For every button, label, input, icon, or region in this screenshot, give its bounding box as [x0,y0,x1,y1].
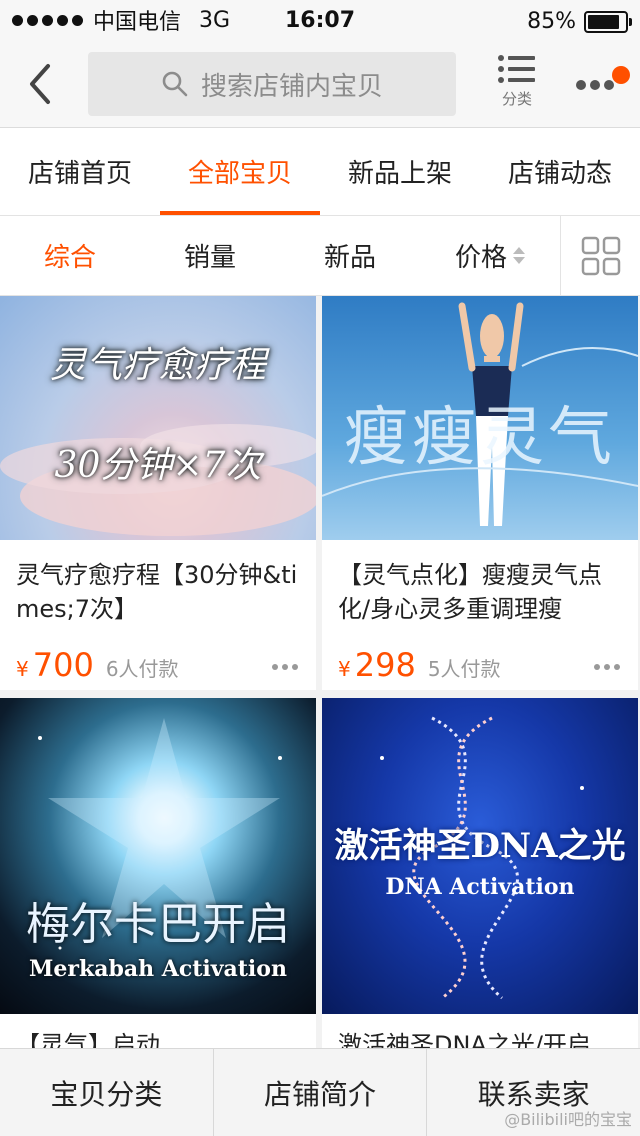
product-sold-count: 5人付款 [427,657,501,681]
watermark: @Bilibili吧的宝宝 [504,1110,632,1129]
grid-icon [581,236,620,276]
tab-store-home[interactable]: 店铺首页 [0,128,160,215]
more-button[interactable] [572,62,632,106]
chevron-left-icon [30,64,50,104]
sort-comprehensive-label: 综合 [43,243,96,273]
product-title: 灵气疗愈疗程【30分钟&times;7次】 [16,561,298,623]
back-button[interactable] [22,60,62,108]
product-card[interactable]: 激活神圣DNA之光 DNA Activation 激活神圣DNA之光/开启 [322,698,638,1050]
category-button[interactable]: 分类 [490,54,544,118]
product-image: 灵气疗愈疗程 30分钟×7次 [0,296,316,540]
sort-arrows-icon [513,247,525,264]
sort-comprehensive[interactable]: 综合 [0,216,140,295]
list-icon [498,55,535,83]
product-title: 【灵气】启动 [16,1031,160,1050]
product-card[interactable]: 灵气疗愈疗程 30分钟×7次 灵气疗愈疗程【30分钟&times;7次】 ¥ 7… [0,296,316,690]
product-image: 梅尔卡巴开启 Merkabah Activation [0,698,316,1014]
battery-indicator: 85% [527,9,632,34]
product-price: 298 [354,646,416,684]
product-price-row: ¥ 700 6人付款 [0,646,316,690]
nav-bar: 搜索店铺内宝贝 分类 [0,40,640,128]
signal-strength-icon [12,14,83,26]
product-image: 瘦瘦灵气 [322,296,638,540]
bottom-item-store-intro[interactable]: 店铺简介 [212,1049,427,1136]
image-caption: 瘦瘦灵气 [344,401,616,475]
product-sold-count: 6人付款 [105,657,179,681]
image-caption-line2: Merkabah Activation [29,956,287,982]
status-bar: 中国电信 3G 16:07 85% [0,0,640,40]
bottom-bar: 宝贝分类 店铺简介 联系卖家 @Bilibili吧的宝宝 [0,1048,640,1136]
tab-all-items[interactable]: 全部宝贝 [160,128,320,215]
image-caption-line1: 激活神圣DNA之光 [334,826,626,866]
image-caption-line2: 30分钟×7次 [54,445,262,486]
product-title: 【灵气点化】瘦瘦灵气点化/身心灵多重调理瘦 [338,561,602,623]
category-label: 分类 [501,90,532,108]
tab-store-updates[interactable]: 店铺动态 [480,128,640,215]
tab-new-arrivals[interactable]: 新品上架 [320,128,480,215]
product-price-row: ¥ 298 5人付款 [322,646,638,690]
product-card[interactable]: 瘦瘦灵气 【灵气点化】瘦瘦灵气点化/身心灵多重调理瘦 ¥ 298 5人付款 [322,296,638,690]
sort-price-label: 价格 [454,243,507,273]
more-options-icon[interactable] [272,664,298,670]
sort-new[interactable]: 新品 [280,216,420,295]
product-card[interactable]: 梅尔卡巴开启 Merkabah Activation 【灵气】启动 [0,698,316,1050]
carrier-name: 中国电信 [93,10,182,35]
image-caption-line1: 梅尔卡巴开启 [26,899,290,950]
hands-illustration [0,424,316,536]
bottom-item-categories[interactable]: 宝贝分类 [0,1049,213,1136]
search-input[interactable]: 搜索店铺内宝贝 [88,52,456,116]
battery-percent: 85% [527,9,576,34]
sort-sales[interactable]: 销量 [140,216,280,295]
grid-view-toggle[interactable] [560,216,640,296]
product-price: 700 [32,646,94,684]
sort-price[interactable]: 价格 [420,216,560,295]
store-tabs: 店铺首页 全部宝贝 新品上架 店铺动态 [0,128,640,216]
notification-dot [612,66,630,84]
product-title: 激活神圣DNA之光/开启 [338,1031,591,1050]
network-type: 3G [199,7,231,33]
sort-sales-label: 销量 [183,243,236,273]
more-options-icon[interactable] [594,664,620,670]
image-caption-line2: DNA Activation [385,874,575,900]
sort-new-label: 新品 [323,243,376,273]
sort-bar: 综合 销量 新品 价格 [0,216,640,296]
image-caption-line1: 灵气疗愈疗程 [49,345,266,386]
product-image: 激活神圣DNA之光 DNA Activation [322,698,638,1014]
currency-symbol: ¥ [338,657,351,681]
product-grid: 灵气疗愈疗程 30分钟×7次 灵气疗愈疗程【30分钟&times;7次】 ¥ 7… [0,296,640,1050]
currency-symbol: ¥ [16,657,29,681]
battery-icon [584,10,632,33]
more-icon [576,80,614,90]
search-placeholder: 搜索店铺内宝贝 [200,71,383,102]
search-icon [162,71,188,97]
